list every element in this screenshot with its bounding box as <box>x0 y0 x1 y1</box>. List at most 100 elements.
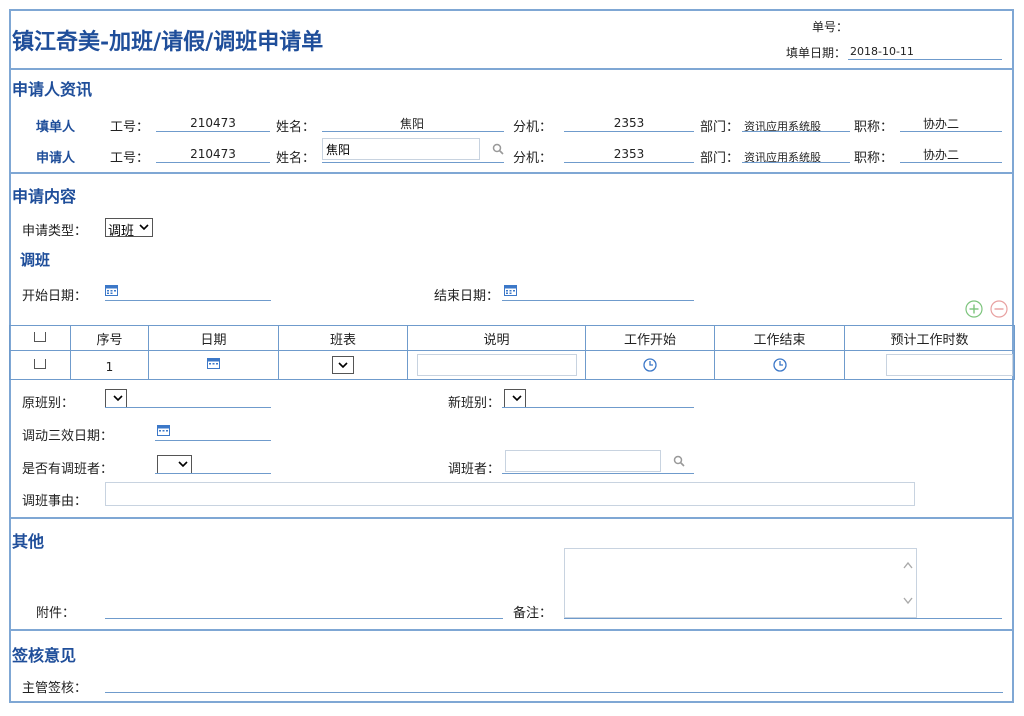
applicant-name-value: 焦阳 <box>326 143 351 157</box>
scroll-down-icon[interactable] <box>903 597 913 605</box>
column-header: 班表 <box>278 325 408 351</box>
effective-date-label: 调动三效日期： <box>22 429 114 444</box>
end-date-label: 结束日期： <box>434 289 500 304</box>
filler-emp-no-value: 210473 <box>190 116 236 130</box>
remark-textarea[interactable] <box>564 548 917 618</box>
supervisor-sign-field[interactable] <box>105 692 1003 693</box>
underline <box>564 618 1002 619</box>
remove-row-icon[interactable] <box>990 300 1008 318</box>
other-section-title: 其他 <box>12 532 45 551</box>
fill-date-underline <box>848 59 1002 60</box>
applicant-emp-no-label: 工号： <box>110 151 150 166</box>
new-shift-label: 新班别： <box>448 396 501 411</box>
search-icon[interactable] <box>673 455 685 467</box>
underline <box>742 162 850 163</box>
section-divider <box>9 629 1014 631</box>
chevron-down-icon <box>178 461 188 468</box>
section-divider <box>9 517 1014 519</box>
underline <box>105 407 271 408</box>
shift-subsection-title: 调班 <box>20 251 51 269</box>
filler-role-label: 填单人 <box>36 120 76 135</box>
scroll-up-icon[interactable] <box>903 561 913 569</box>
form-no-label: 单号： <box>812 20 849 34</box>
swapper-input[interactable] <box>505 450 661 472</box>
apply-type-select[interactable]: 调班 <box>105 218 153 239</box>
filler-name-value: 焦阳 <box>399 117 424 131</box>
applicant-title-value: 协办二 <box>922 148 959 162</box>
description-input[interactable] <box>416 354 577 376</box>
calendar-icon[interactable] <box>105 284 118 296</box>
clock-icon[interactable] <box>643 358 657 372</box>
swapper-label: 调班者： <box>448 462 501 477</box>
applicant-name-input[interactable]: 焦阳 <box>322 138 480 160</box>
page-title: 镇江奇美-加班/请假/调班申请单 <box>12 29 324 55</box>
start-date-field[interactable] <box>105 300 271 301</box>
filler-ext-value: 2353 <box>613 116 645 130</box>
underline <box>564 162 694 163</box>
select-all-checkbox[interactable] <box>9 325 71 351</box>
row-schedule-cell[interactable] <box>278 350 408 380</box>
row-work-start-cell[interactable] <box>585 350 715 380</box>
underline <box>155 473 271 474</box>
clock-icon[interactable] <box>772 358 787 372</box>
chevron-down-icon <box>113 395 123 402</box>
attachment-field[interactable] <box>105 618 503 619</box>
fill-date-label: 填单日期： <box>786 46 847 60</box>
start-date-label: 开始日期： <box>22 289 88 304</box>
calendar-icon[interactable] <box>157 424 170 436</box>
reason-input[interactable] <box>105 482 915 506</box>
effective-date-field[interactable] <box>155 440 271 441</box>
column-header: 工作开始 <box>585 325 715 351</box>
attachment-label: 附件： <box>36 606 76 621</box>
row-desc-cell <box>407 350 586 380</box>
fill-date-value: 2018-10-11 <box>850 45 914 58</box>
hours-input[interactable] <box>886 354 1013 376</box>
applicant-ext-label: 分机： <box>513 151 553 166</box>
underline <box>156 131 270 132</box>
end-date-field[interactable] <box>502 300 694 301</box>
section-divider <box>9 172 1014 174</box>
filler-title-value: 协办二 <box>922 117 959 131</box>
column-header: 说明 <box>407 325 586 351</box>
row-checkbox[interactable] <box>9 350 71 380</box>
column-header: 预计工作时数 <box>844 325 1015 351</box>
row-date-cell[interactable] <box>148 350 279 380</box>
underline <box>564 131 694 132</box>
search-icon[interactable] <box>492 143 504 155</box>
filler-dept-label: 部门： <box>700 120 740 135</box>
orig-shift-select[interactable] <box>105 389 127 408</box>
row-seq: 1 <box>70 350 149 380</box>
remark-label: 备注： <box>513 606 553 621</box>
row-work-end-cell[interactable] <box>714 350 845 380</box>
header-divider <box>746 68 1014 70</box>
reason-label: 调班事由： <box>22 494 88 509</box>
column-header: 日期 <box>148 325 279 351</box>
applicant-name-label: 姓名： <box>276 151 316 166</box>
add-row-icon[interactable] <box>965 300 983 318</box>
table-header-row: 序号 日期 班表 说明 工作开始 工作结束 预计工作时数 <box>9 325 1015 351</box>
underline <box>742 131 850 132</box>
column-header: 序号 <box>70 325 149 351</box>
has-swapper-label: 是否有调班者： <box>22 462 114 477</box>
calendar-icon[interactable] <box>207 357 220 369</box>
column-header: 工作结束 <box>714 325 845 351</box>
underline <box>900 162 1002 163</box>
shift-table: 序号 日期 班表 说明 工作开始 工作结束 预计工作时数 1 <box>9 325 1015 380</box>
new-shift-select[interactable] <box>504 389 526 408</box>
chevron-down-icon <box>139 224 149 231</box>
applicant-ext-value: 2353 <box>613 147 645 161</box>
applicant-dept-label: 部门： <box>700 151 740 166</box>
table-row: 1 <box>9 350 1015 380</box>
underline <box>322 162 504 163</box>
has-swapper-select[interactable] <box>157 455 192 474</box>
underline <box>502 473 694 474</box>
underline <box>156 162 270 163</box>
orig-shift-label: 原班别： <box>22 396 75 411</box>
filler-ext-label: 分机： <box>513 120 553 135</box>
schedule-select[interactable] <box>332 356 354 374</box>
applicant-section-title: 申请人资讯 <box>12 80 93 99</box>
applicant-role-label: 申请人 <box>36 151 76 166</box>
supervisor-label: 主管签核： <box>22 681 88 696</box>
underline <box>322 131 504 132</box>
calendar-icon[interactable] <box>504 284 517 296</box>
